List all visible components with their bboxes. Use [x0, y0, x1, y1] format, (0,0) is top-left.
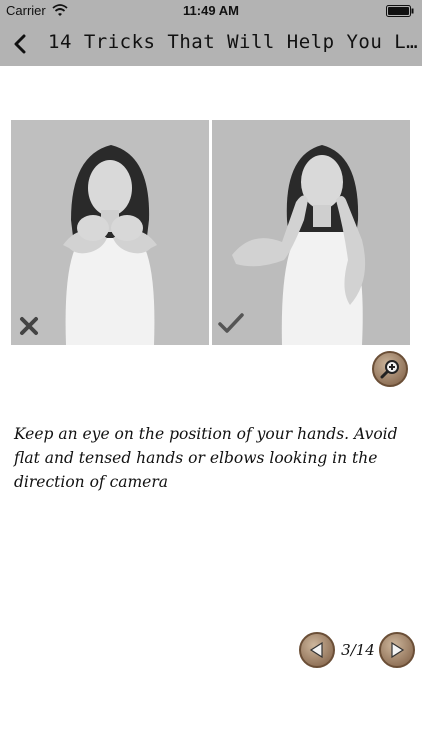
cross-icon — [20, 317, 38, 335]
chevron-left-icon — [14, 34, 26, 54]
previous-button[interactable] — [299, 632, 335, 668]
magnifier-plus-icon — [380, 360, 399, 379]
checkmark-icon — [218, 313, 244, 333]
status-time: 11:49 AM — [183, 3, 239, 18]
woman-figure-image — [11, 120, 209, 345]
tip-description: Keep an eye on the position of your hand… — [14, 425, 398, 491]
triangle-right-icon — [391, 641, 405, 659]
status-bar: Carrier 11:49 AM — [0, 0, 422, 22]
battery-icon — [386, 5, 414, 17]
page-counter: 3/14 — [341, 641, 375, 659]
page-title: 14 Tricks That Will Help You L... — [48, 31, 418, 53]
zoom-button[interactable] — [372, 351, 408, 387]
pager: 3/14 — [297, 632, 417, 670]
next-button[interactable] — [379, 632, 415, 668]
back-button[interactable] — [4, 22, 40, 66]
navigation-bar: 14 Tricks That Will Help You L... — [0, 22, 422, 66]
photo-correct-pose — [212, 120, 410, 345]
photo-incorrect-pose — [11, 120, 209, 345]
triangle-left-icon — [309, 641, 323, 659]
